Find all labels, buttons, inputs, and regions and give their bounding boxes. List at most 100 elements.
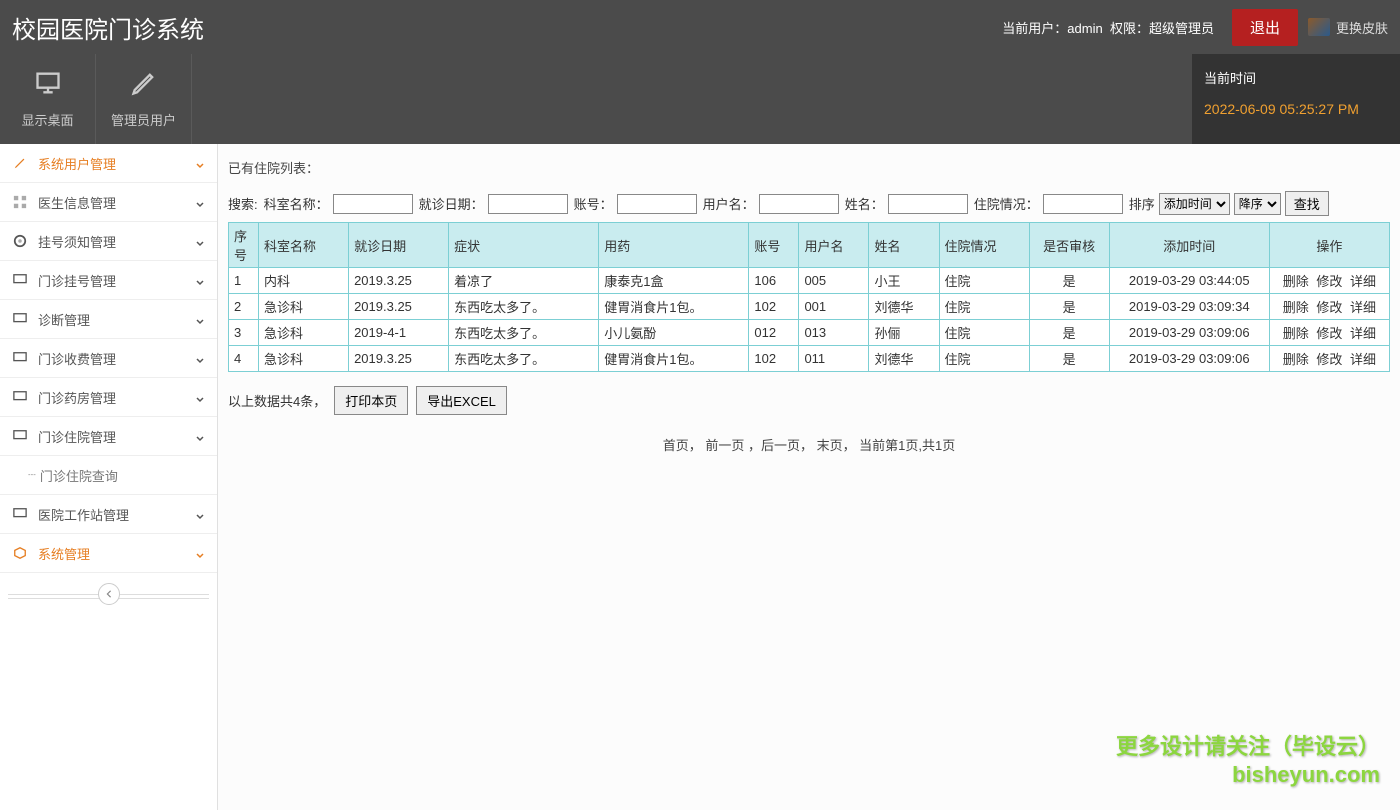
col-header: 就诊日期 bbox=[349, 223, 449, 268]
sidebar-collapse-handle[interactable] bbox=[0, 579, 217, 609]
col-header: 账号 bbox=[749, 223, 799, 268]
sidebar-item-9[interactable]: 系统管理 bbox=[0, 534, 217, 573]
toolbar-show-desktop[interactable]: 显示桌面 bbox=[0, 54, 96, 144]
data-table: 序号科室名称就诊日期症状用药账号用户名姓名住院情况是否审核添加时间操作 1内科2… bbox=[228, 222, 1390, 372]
chevron-down-icon bbox=[195, 548, 205, 558]
table-row: 3急诊科2019-4-1东西吃太多了。小儿氨酚012013孙俪住院是2019-0… bbox=[229, 320, 1390, 346]
sidebar-item-label: 挂号须知管理 bbox=[38, 232, 195, 251]
visit-date-input[interactable] bbox=[488, 194, 568, 214]
delete-link[interactable]: 删除 bbox=[1283, 326, 1309, 341]
monitor-icon bbox=[12, 272, 28, 288]
cell: 2019-4-1 bbox=[349, 320, 449, 346]
monitor-icon bbox=[34, 69, 62, 100]
delete-link[interactable]: 删除 bbox=[1283, 274, 1309, 289]
chevron-down-icon bbox=[195, 236, 205, 246]
username-label: 用户名： bbox=[703, 194, 755, 213]
clock-label: 当前时间 bbox=[1204, 68, 1388, 87]
cell: 012 bbox=[749, 320, 799, 346]
cell: 着凉了 bbox=[449, 268, 599, 294]
sidebar-subitem-inpatient-query[interactable]: 门诊住院查询 bbox=[0, 456, 217, 495]
name-input[interactable] bbox=[888, 194, 968, 214]
sidebar-item-label: 诊断管理 bbox=[38, 310, 195, 329]
sidebar-item-2[interactable]: 挂号须知管理 bbox=[0, 222, 217, 261]
cell: 急诊科 bbox=[259, 320, 349, 346]
app-title: 校园医院门诊系统 bbox=[12, 10, 204, 45]
cell: 刘德华 bbox=[869, 294, 939, 320]
cell: 102 bbox=[749, 346, 799, 372]
sidebar-item-7[interactable]: 门诊住院管理 bbox=[0, 417, 217, 456]
export-excel-button[interactable]: 导出EXCEL bbox=[416, 386, 507, 415]
skin-switcher[interactable]: 更换皮肤 bbox=[1308, 18, 1388, 37]
cell: 106 bbox=[749, 268, 799, 294]
sidebar-item-6[interactable]: 门诊药房管理 bbox=[0, 378, 217, 417]
pencil-icon bbox=[12, 155, 28, 171]
table-row: 1内科2019.3.25着凉了康泰克1盒106005小王住院是2019-03-2… bbox=[229, 268, 1390, 294]
cell: 孙俪 bbox=[869, 320, 939, 346]
sidebar-item-label: 系统用户管理 bbox=[38, 154, 195, 173]
sidebar-item-8[interactable]: 医院工作站管理 bbox=[0, 495, 217, 534]
cell: 2019-03-29 03:09:34 bbox=[1109, 294, 1269, 320]
toolbar-admin-users[interactable]: 管理员用户 bbox=[96, 54, 192, 144]
cell: 2019.3.25 bbox=[349, 268, 449, 294]
delete-link[interactable]: 删除 bbox=[1283, 352, 1309, 367]
cell: 住院 bbox=[939, 268, 1029, 294]
detail-link[interactable]: 详细 bbox=[1350, 326, 1376, 341]
sidebar-item-5[interactable]: 门诊收费管理 bbox=[0, 339, 217, 378]
detail-link[interactable]: 详细 bbox=[1350, 300, 1376, 315]
chevron-down-icon bbox=[195, 353, 205, 363]
search-button[interactable]: 查找 bbox=[1285, 191, 1329, 216]
pagination[interactable]: 首页， 前一页 ，后一页， 末页， 当前第1页,共1页 bbox=[228, 435, 1390, 454]
sidebar-item-0[interactable]: 系统用户管理 bbox=[0, 144, 217, 183]
print-button[interactable]: 打印本页 bbox=[334, 386, 408, 415]
col-header: 用户名 bbox=[799, 223, 869, 268]
cell: 内科 bbox=[259, 268, 349, 294]
name-label: 姓名： bbox=[845, 194, 884, 213]
hosp-input[interactable] bbox=[1043, 194, 1123, 214]
dept-input[interactable] bbox=[333, 194, 413, 214]
monitor-icon bbox=[12, 506, 28, 522]
sort-order-select[interactable]: 降序 bbox=[1234, 193, 1281, 215]
sidebar-item-3[interactable]: 门诊挂号管理 bbox=[0, 261, 217, 300]
clock-time: 2022-06-09 05:25:27 PM bbox=[1204, 101, 1388, 117]
cell: 健胃消食片1包。 bbox=[599, 346, 749, 372]
sort-field-select[interactable]: 添加时间 bbox=[1159, 193, 1230, 215]
edit-link[interactable]: 修改 bbox=[1316, 274, 1342, 289]
cell: 急诊科 bbox=[259, 346, 349, 372]
account-label: 账号： bbox=[574, 194, 613, 213]
edit-link[interactable]: 修改 bbox=[1316, 300, 1342, 315]
sidebar-item-1[interactable]: 医生信息管理 bbox=[0, 183, 217, 222]
chevron-down-icon bbox=[195, 314, 205, 324]
chevron-down-icon bbox=[195, 158, 205, 168]
cell: 2019.3.25 bbox=[349, 346, 449, 372]
cell: 是 bbox=[1029, 294, 1109, 320]
clock-panel: 当前时间 2022-06-09 05:25:27 PM bbox=[1192, 54, 1400, 144]
sidebar-item-label: 门诊收费管理 bbox=[38, 349, 195, 368]
username-input[interactable] bbox=[759, 194, 839, 214]
col-header: 住院情况 bbox=[939, 223, 1029, 268]
detail-link[interactable]: 详细 bbox=[1350, 274, 1376, 289]
col-header: 序号 bbox=[229, 223, 259, 268]
cell: 是 bbox=[1029, 346, 1109, 372]
current-user: 当前用户：admin 权限：超级管理员 bbox=[1002, 18, 1214, 37]
account-input[interactable] bbox=[617, 194, 697, 214]
chevron-down-icon bbox=[195, 275, 205, 285]
cell: 刘德华 bbox=[869, 346, 939, 372]
detail-link[interactable]: 详细 bbox=[1350, 352, 1376, 367]
dept-label: 科室名称： bbox=[264, 194, 329, 213]
cell: 005 bbox=[799, 268, 869, 294]
sidebar-item-4[interactable]: 诊断管理 bbox=[0, 300, 217, 339]
col-header: 操作 bbox=[1269, 223, 1389, 268]
cell: 东西吃太多了。 bbox=[449, 294, 599, 320]
table-row: 4急诊科2019.3.25东西吃太多了。健胃消食片1包。102011刘德华住院是… bbox=[229, 346, 1390, 372]
cell: 2 bbox=[229, 294, 259, 320]
logout-button[interactable]: 退出 bbox=[1232, 9, 1298, 46]
delete-link[interactable]: 删除 bbox=[1283, 300, 1309, 315]
col-header: 姓名 bbox=[869, 223, 939, 268]
col-header: 症状 bbox=[449, 223, 599, 268]
visit-date-label: 就诊日期： bbox=[419, 194, 484, 213]
cell: 3 bbox=[229, 320, 259, 346]
edit-link[interactable]: 修改 bbox=[1316, 352, 1342, 367]
search-row: 搜索: 科室名称： 就诊日期： 账号： 用户名： 姓名： 住院情况： 排序 添加… bbox=[228, 191, 1390, 216]
hosp-label: 住院情况： bbox=[974, 194, 1039, 213]
edit-link[interactable]: 修改 bbox=[1316, 326, 1342, 341]
